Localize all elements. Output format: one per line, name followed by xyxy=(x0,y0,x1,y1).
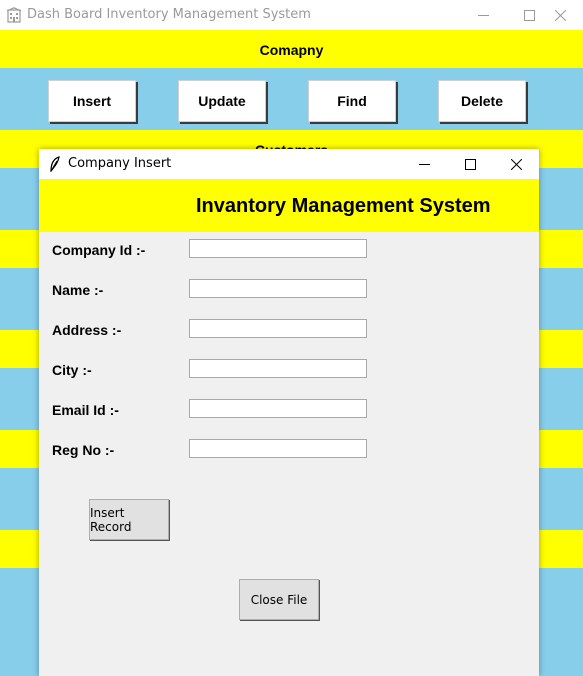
feather-icon xyxy=(50,156,60,172)
dialog-title: Company Insert xyxy=(68,156,172,171)
name-input[interactable] xyxy=(189,279,367,298)
name-label: Name :- xyxy=(52,282,104,298)
building-icon xyxy=(6,7,22,23)
dialog-maximize-button[interactable] xyxy=(447,149,493,179)
maximize-icon xyxy=(464,158,476,170)
dialog-minimize-button[interactable] xyxy=(401,149,447,179)
dialog-title-bar: Company Insert xyxy=(39,149,539,179)
close-icon xyxy=(554,9,566,21)
city-input[interactable] xyxy=(189,359,367,378)
find-button[interactable]: Find xyxy=(308,80,396,122)
minimize-icon xyxy=(418,163,430,165)
company-section-label: Comapny xyxy=(259,42,324,58)
close-icon xyxy=(510,158,522,170)
company-insert-dialog: Company Insert Invantory Management Syst… xyxy=(39,149,539,676)
reg-no-label: Reg No :- xyxy=(52,442,115,458)
close-window-button[interactable] xyxy=(537,0,583,30)
insert-button[interactable]: Insert xyxy=(48,80,136,122)
minimize-button[interactable] xyxy=(460,0,506,30)
email-id-label: Email Id :- xyxy=(52,402,119,418)
address-input[interactable] xyxy=(189,319,367,338)
company-id-input[interactable] xyxy=(189,239,367,258)
city-label: City :- xyxy=(52,362,92,378)
dialog-heading: Invantory Management System xyxy=(196,195,491,217)
update-button[interactable]: Update xyxy=(178,80,266,122)
main-title-bar: Dash Board Inventory Management System xyxy=(0,0,583,30)
minimize-icon xyxy=(477,14,489,16)
reg-no-input[interactable] xyxy=(189,439,367,458)
maximize-icon xyxy=(523,9,535,21)
email-id-input[interactable] xyxy=(189,399,367,418)
company-id-label: Company Id :- xyxy=(52,242,146,258)
close-file-button[interactable]: Close File xyxy=(239,579,319,620)
main-window-title: Dash Board Inventory Management System xyxy=(27,7,311,22)
delete-button[interactable]: Delete xyxy=(438,80,526,122)
insert-record-button[interactable]: Insert Record xyxy=(89,499,169,540)
dialog-header: Invantory Management System xyxy=(39,179,539,232)
address-label: Address :- xyxy=(52,322,122,338)
dialog-close-button[interactable] xyxy=(493,149,539,179)
